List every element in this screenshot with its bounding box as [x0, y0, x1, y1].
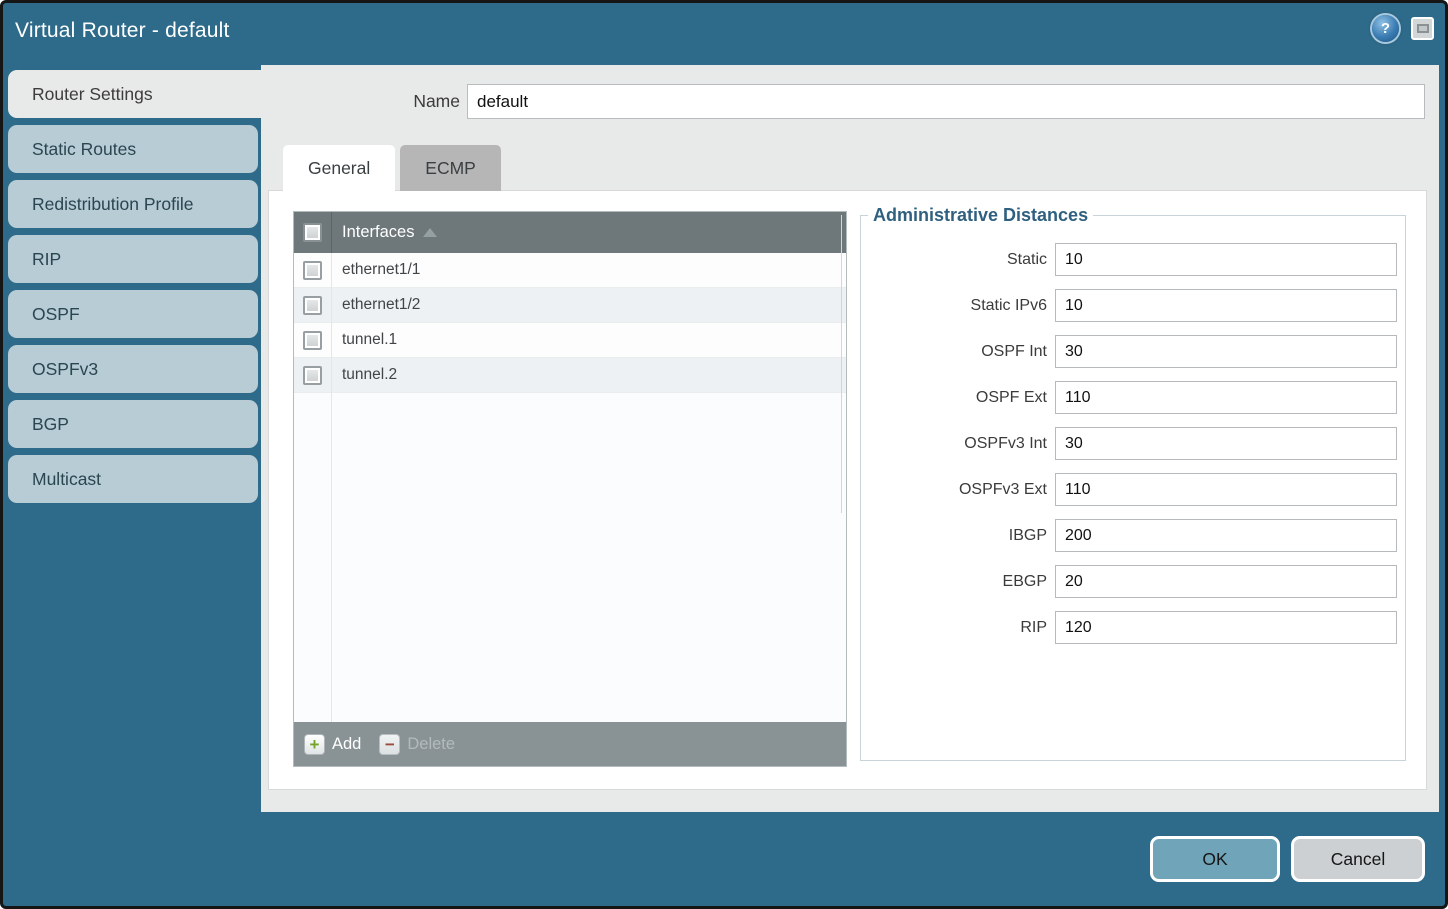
distance-field-row: RIP — [865, 611, 1405, 644]
distance-input-ebgp[interactable] — [1055, 565, 1397, 598]
minus-icon: − — [379, 734, 400, 755]
distance-field-label: RIP — [865, 619, 1047, 637]
checkbox-face — [307, 370, 318, 381]
distance-field-row: OSPFv3 Ext — [865, 473, 1405, 506]
checkbox-face — [307, 335, 318, 346]
sidebar-item-bgp[interactable]: BGP — [8, 400, 258, 448]
distance-input-rip[interactable] — [1055, 611, 1397, 644]
distance-field-label: OSPFv3 Int — [865, 435, 1047, 453]
interface-name: tunnel.1 — [342, 331, 397, 349]
sidebar-item-ospf[interactable]: OSPF — [8, 290, 258, 338]
interface-name: ethernet1/2 — [342, 296, 420, 314]
delete-button-label: Delete — [407, 735, 455, 754]
administrative-distances-fields: Static Static IPv6 OSPF Int OSPF Ext — [865, 243, 1405, 644]
title-bar: Virtual Router - default ? — [0, 0, 1448, 65]
distance-input-ospfv3-int[interactable] — [1055, 427, 1397, 460]
add-button-label: Add — [332, 735, 361, 754]
distance-field-label: EBGP — [865, 573, 1047, 591]
distance-input-ospf-int[interactable] — [1055, 335, 1397, 368]
sort-ascending-icon — [423, 228, 437, 237]
sidebar-item-label: RIP — [32, 249, 61, 270]
interface-row-ethernet1-1[interactable]: ethernet1/1 — [294, 253, 846, 288]
distance-field-row: OSPFv3 Int — [865, 427, 1405, 460]
administrative-distances-group: Administrative Distances Static Static I… — [860, 205, 1406, 761]
interfaces-table: Interfaces ethernet1/1 ethernet1/2 — [293, 211, 847, 767]
distance-input-ibgp[interactable] — [1055, 519, 1397, 552]
sidebar-item-label: Router Settings — [32, 84, 153, 105]
sidebar-item-label: OSPF — [32, 304, 80, 325]
interface-row-tunnel-2[interactable]: tunnel.2 — [294, 358, 846, 393]
sidebar-item-ospfv3[interactable]: OSPFv3 — [8, 345, 258, 393]
ok-button[interactable]: OK — [1150, 836, 1280, 882]
name-field-label: Name — [320, 91, 460, 112]
administrative-distances-legend: Administrative Distances — [868, 205, 1093, 226]
tab-label: General — [308, 158, 370, 179]
add-button[interactable]: + Add — [304, 734, 361, 755]
cancel-button[interactable]: Cancel — [1291, 836, 1425, 882]
sidebar-item-label: Static Routes — [32, 139, 136, 160]
distance-field-label: OSPFv3 Ext — [865, 481, 1047, 499]
sidebar-item-static-routes[interactable]: Static Routes — [8, 125, 258, 173]
tab-bar: General ECMP — [283, 145, 501, 191]
distance-input-ospf-ext[interactable] — [1055, 381, 1397, 414]
sidebar-item-rip[interactable]: RIP — [8, 235, 258, 283]
tab-general[interactable]: General — [283, 145, 395, 191]
distance-field-row: Static — [865, 243, 1405, 276]
select-all-checkbox[interactable] — [303, 223, 322, 242]
distance-field-label: OSPF Int — [865, 343, 1047, 361]
sidebar-item-label: Multicast — [32, 469, 101, 490]
distance-field-label: Static — [865, 251, 1047, 269]
name-input[interactable] — [467, 84, 1425, 119]
interfaces-table-header: Interfaces — [294, 212, 846, 253]
distance-field-label: OSPF Ext — [865, 389, 1047, 407]
distance-field-row: EBGP — [865, 565, 1405, 598]
distance-field-row: OSPF Int — [865, 335, 1405, 368]
maximize-icon-glyph — [1417, 24, 1429, 33]
distance-field-row: OSPF Ext — [865, 381, 1405, 414]
checkbox-face — [307, 227, 318, 238]
interface-row-ethernet1-2[interactable]: ethernet1/2 — [294, 288, 846, 323]
distance-field-row: IBGP — [865, 519, 1405, 552]
row-checkbox[interactable] — [303, 296, 322, 315]
sidebar-item-label: Redistribution Profile — [32, 194, 193, 215]
distance-input-ospfv3-ext[interactable] — [1055, 473, 1397, 506]
row-checkbox[interactable] — [303, 261, 322, 280]
dialog-title: Virtual Router - default — [15, 19, 230, 43]
sidebar-item-label: OSPFv3 — [32, 359, 98, 380]
distance-field-label: Static IPv6 — [865, 297, 1047, 315]
title-bar-icons: ? — [1372, 15, 1434, 42]
sidebar-item-redistribution-profile[interactable]: Redistribution Profile — [8, 180, 258, 228]
checkbox-face — [307, 300, 318, 311]
interface-row-tunnel-1[interactable]: tunnel.1 — [294, 323, 846, 358]
sidebar-nav: Router Settings Static Routes Redistribu… — [8, 70, 266, 503]
interfaces-table-footer: + Add − Delete — [294, 722, 846, 766]
tab-label: ECMP — [425, 158, 476, 179]
delete-button-disabled[interactable]: − Delete — [379, 734, 455, 755]
interfaces-table-body: ethernet1/1 ethernet1/2 tunnel.1 — [294, 253, 846, 722]
checkbox-face — [307, 265, 318, 276]
sidebar-item-multicast[interactable]: Multicast — [8, 455, 258, 503]
row-checkbox[interactable] — [303, 331, 322, 350]
virtual-router-dialog: Virtual Router - default ? Router Settin… — [0, 0, 1448, 909]
interface-name: ethernet1/1 — [342, 261, 420, 279]
plus-icon: + — [304, 734, 325, 755]
sidebar-item-label: BGP — [32, 414, 69, 435]
maximize-icon[interactable] — [1411, 17, 1434, 40]
sidebar-item-router-settings[interactable]: Router Settings — [8, 70, 266, 118]
distance-field-label: IBGP — [865, 527, 1047, 545]
tab-ecmp[interactable]: ECMP — [400, 145, 501, 191]
interfaces-column-header[interactable]: Interfaces — [342, 223, 414, 242]
distance-input-static-ipv6[interactable] — [1055, 289, 1397, 322]
row-checkbox[interactable] — [303, 366, 322, 385]
distance-field-row: Static IPv6 — [865, 289, 1405, 322]
table-scrollbar[interactable] — [841, 215, 842, 513]
interface-name: tunnel.2 — [342, 366, 397, 384]
help-icon[interactable]: ? — [1372, 15, 1399, 42]
distance-input-static[interactable] — [1055, 243, 1397, 276]
